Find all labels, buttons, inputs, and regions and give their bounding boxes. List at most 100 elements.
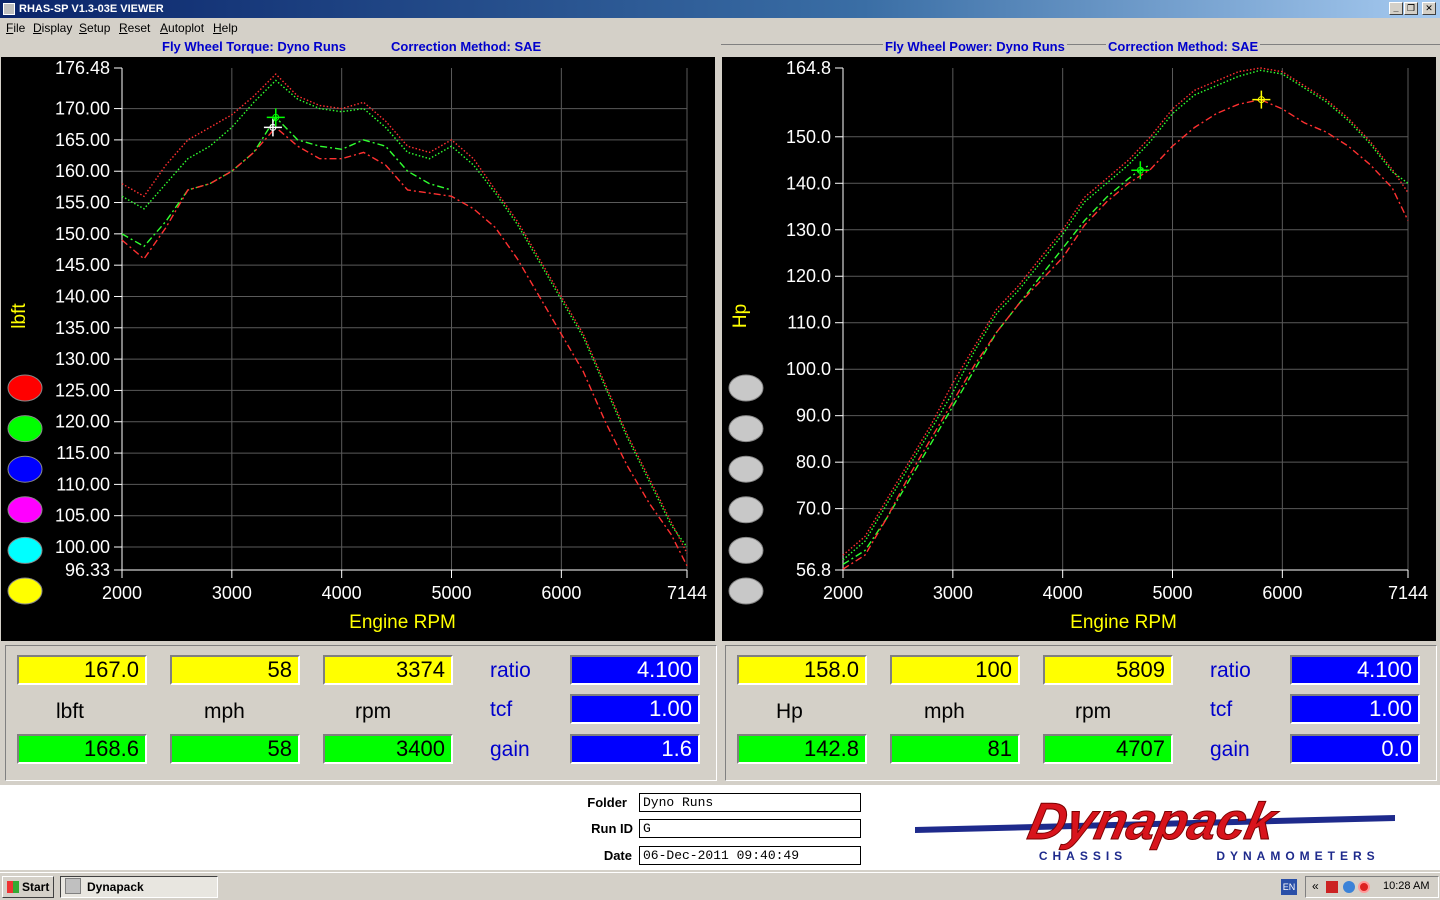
- y-tick-label: 105.00: [55, 506, 110, 526]
- menu-setup[interactable]: Setup: [79, 21, 110, 35]
- date-field[interactable]: 06-Dec-2011 09:40:49: [639, 846, 861, 865]
- torque-run-button-5[interactable]: [7, 536, 43, 564]
- y-tick-label: 145.00: [55, 255, 110, 275]
- power-run-button-3[interactable]: [728, 455, 764, 483]
- gain-label: gain: [490, 738, 530, 761]
- torque-series-line-1: [121, 79, 688, 548]
- divider: [721, 44, 1440, 45]
- logo-tagline-right: DYNAMOMETERS: [1216, 849, 1379, 863]
- x-tick-label: 6000: [541, 583, 581, 603]
- ratio-value[interactable]: 4.100: [1290, 655, 1420, 685]
- y-tick-label: 56.8: [796, 560, 831, 580]
- start-button[interactable]: Start: [2, 876, 54, 898]
- torque-run-button-4[interactable]: [7, 496, 43, 524]
- tray-network-icon[interactable]: [1343, 881, 1355, 893]
- y-tick-label: 130.0: [786, 220, 831, 240]
- torque-series-line-3: [121, 126, 688, 567]
- menu-autoplot[interactable]: Autoplot: [160, 21, 204, 35]
- rpm-value-yellow: 5809: [1043, 655, 1173, 685]
- power-run-button-5[interactable]: [728, 536, 764, 564]
- logo-brand: Dynapack: [1023, 795, 1284, 851]
- menu-display[interactable]: Display: [33, 21, 72, 35]
- tray-security-icon[interactable]: [1358, 881, 1370, 893]
- tray-expand-icon[interactable]: «: [1312, 879, 1319, 893]
- menu-file[interactable]: File: [6, 21, 25, 35]
- power-chart[interactable]: 164.8 150.0 140.0 130.0 120.0 110.0 100.0 90.0 8…: [722, 57, 1436, 641]
- y-tick-label: 125.00: [55, 380, 110, 400]
- x-tick-label: 7144: [667, 583, 707, 603]
- y-tick-label: 150.00: [55, 224, 110, 244]
- power-value-green: 142.8: [737, 734, 867, 764]
- x-tick-label: 5000: [1152, 583, 1192, 603]
- taskbar-dynapack-button[interactable]: Dynapack: [60, 876, 218, 898]
- rpm-value-green: 3400: [323, 734, 453, 764]
- unit-mph: mph: [204, 700, 245, 723]
- unit-rpm: rpm: [1075, 700, 1112, 723]
- gain-value[interactable]: 0.0: [1290, 734, 1420, 764]
- torque-series-line-0: [121, 73, 688, 554]
- y-tick-label: 164.8: [786, 58, 831, 78]
- y-tick-label: 140.00: [55, 286, 110, 306]
- torque-run-button-2[interactable]: [7, 415, 43, 443]
- rpm-value-green: 4707: [1043, 734, 1173, 764]
- torque-readout-panel: 167.0 58 3374 lbft mph rpm 168.6 58 3400…: [5, 645, 717, 781]
- x-axis-label: Engine RPM: [1070, 612, 1177, 633]
- menu-reset[interactable]: Reset: [119, 21, 150, 35]
- x-axis-label: Engine RPM: [349, 612, 456, 633]
- rpm-value-yellow: 3374: [323, 655, 453, 685]
- folder-label: Folder: [587, 795, 627, 810]
- x-tick-label: 2000: [102, 583, 142, 603]
- torque-run-button-6[interactable]: [7, 577, 43, 605]
- y-tick-label: 110.00: [56, 474, 110, 494]
- power-run-button-2[interactable]: [728, 415, 764, 443]
- y-axis-label: Hp: [730, 304, 751, 328]
- x-tick-label: 5000: [431, 583, 471, 603]
- taskbar-clock: 10:28 AM: [1383, 880, 1430, 892]
- x-tick-label: 3000: [212, 583, 252, 603]
- app-icon: [3, 3, 15, 15]
- y-tick-label: 150.0: [786, 127, 831, 147]
- menu-help[interactable]: Help: [213, 21, 238, 35]
- y-axis-label: lbft: [9, 303, 30, 329]
- torque-value-green: 168.6: [17, 734, 147, 764]
- torque-run-button-3[interactable]: [7, 455, 43, 483]
- info-area: Folder Dyno Runs Run ID G Date 06-Dec-20…: [0, 785, 1440, 870]
- y-tick-label: 70.0: [796, 499, 831, 519]
- close-button[interactable]: ✕: [1422, 2, 1436, 15]
- x-tick-label: 4000: [1043, 583, 1083, 603]
- y-tick-label: 100.00: [55, 537, 110, 557]
- runid-field[interactable]: G: [639, 819, 861, 838]
- runid-label: Run ID: [591, 821, 633, 836]
- gain-value[interactable]: 1.6: [570, 734, 700, 764]
- y-tick-label: 176.48: [55, 58, 110, 78]
- app-icon: [65, 878, 81, 894]
- tcf-value[interactable]: 1.00: [570, 694, 700, 724]
- torque-chart[interactable]: 176.48 170.00 165.00 160.00 155.00 150.00 145.…: [1, 57, 715, 641]
- power-run-button-1[interactable]: [728, 374, 764, 402]
- tray-pdf-icon[interactable]: [1326, 881, 1338, 893]
- folder-field[interactable]: Dyno Runs: [639, 793, 861, 812]
- y-tick-label: 115.00: [56, 443, 110, 463]
- mph-value-green: 81: [890, 734, 1020, 764]
- power-run-button-4[interactable]: [728, 496, 764, 524]
- y-tick-label: 120.00: [55, 412, 110, 432]
- torque-run-button-1[interactable]: [7, 374, 43, 402]
- y-tick-label: 96.33: [65, 560, 110, 580]
- language-indicator[interactable]: EN: [1281, 879, 1297, 895]
- gain-label: gain: [1210, 738, 1250, 761]
- torque-correction-label: Correction Method: SAE: [391, 39, 542, 54]
- minimize-button[interactable]: _: [1389, 2, 1403, 15]
- mph-value-yellow: 58: [170, 655, 300, 685]
- power-correction-label: Correction Method: SAE: [1106, 38, 1261, 56]
- tcf-value[interactable]: 1.00: [1290, 694, 1420, 724]
- power-readout-panel: 158.0 100 5809 Hp mph rpm 142.8 81 4707 …: [725, 645, 1437, 781]
- y-tick-label: 170.00: [55, 99, 110, 119]
- dynapack-logo: Dynapack CHASSIS DYNAMOMETERS: [915, 795, 1395, 863]
- power-series-line-2: [842, 164, 1151, 565]
- tcf-label: tcf: [490, 698, 513, 721]
- x-tick-label: 3000: [933, 583, 973, 603]
- power-run-button-6[interactable]: [728, 577, 764, 605]
- restore-button[interactable]: ❐: [1404, 2, 1418, 15]
- ratio-value[interactable]: 4.100: [570, 655, 700, 685]
- system-tray: « 10:28 AM: [1305, 876, 1439, 898]
